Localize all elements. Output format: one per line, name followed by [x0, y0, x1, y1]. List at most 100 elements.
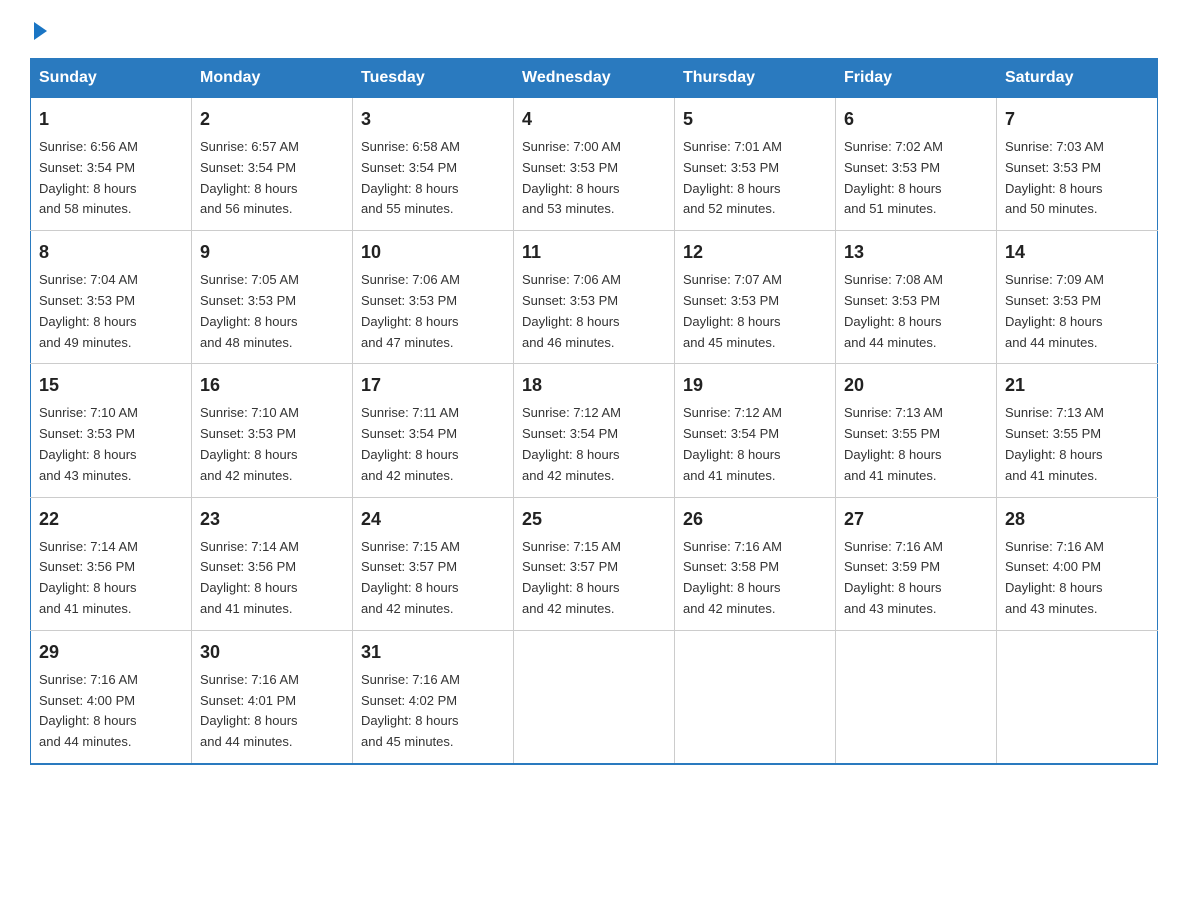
page-header: [30, 20, 1158, 38]
day-info: Sunrise: 7:03 AMSunset: 3:53 PMDaylight:…: [1005, 137, 1149, 220]
day-info: Sunrise: 7:06 AMSunset: 3:53 PMDaylight:…: [522, 270, 666, 353]
calendar-cell: 15 Sunrise: 7:10 AMSunset: 3:53 PMDayligh…: [31, 364, 192, 497]
calendar-cell: 30 Sunrise: 7:16 AMSunset: 4:01 PMDayligh…: [192, 630, 353, 764]
calendar-week-5: 29 Sunrise: 7:16 AMSunset: 4:00 PMDayligh…: [31, 630, 1158, 764]
calendar-cell: 18 Sunrise: 7:12 AMSunset: 3:54 PMDayligh…: [514, 364, 675, 497]
day-info: Sunrise: 7:05 AMSunset: 3:53 PMDaylight:…: [200, 270, 344, 353]
day-info: Sunrise: 6:57 AMSunset: 3:54 PMDaylight:…: [200, 137, 344, 220]
day-info: Sunrise: 7:16 AMSunset: 4:00 PMDaylight:…: [39, 670, 183, 753]
day-number: 30: [200, 639, 344, 666]
calendar-cell: 20 Sunrise: 7:13 AMSunset: 3:55 PMDayligh…: [836, 364, 997, 497]
day-info: Sunrise: 7:02 AMSunset: 3:53 PMDaylight:…: [844, 137, 988, 220]
calendar-cell: 11 Sunrise: 7:06 AMSunset: 3:53 PMDayligh…: [514, 231, 675, 364]
day-info: Sunrise: 6:56 AMSunset: 3:54 PMDaylight:…: [39, 137, 183, 220]
day-number: 21: [1005, 372, 1149, 399]
day-info: Sunrise: 7:15 AMSunset: 3:57 PMDaylight:…: [522, 537, 666, 620]
calendar-cell: 1 Sunrise: 6:56 AMSunset: 3:54 PMDaylight…: [31, 98, 192, 231]
calendar-week-3: 15 Sunrise: 7:10 AMSunset: 3:53 PMDayligh…: [31, 364, 1158, 497]
header-wednesday: Wednesday: [514, 59, 675, 98]
day-info: Sunrise: 7:07 AMSunset: 3:53 PMDaylight:…: [683, 270, 827, 353]
calendar-cell: [514, 630, 675, 764]
header-monday: Monday: [192, 59, 353, 98]
day-number: 23: [200, 506, 344, 533]
header-saturday: Saturday: [997, 59, 1158, 98]
calendar-cell: 26 Sunrise: 7:16 AMSunset: 3:58 PMDayligh…: [675, 497, 836, 630]
calendar-cell: 17 Sunrise: 7:11 AMSunset: 3:54 PMDayligh…: [353, 364, 514, 497]
header-thursday: Thursday: [675, 59, 836, 98]
calendar-cell: 23Sunrise: 7:14 AMSunset: 3:56 PMDayligh…: [192, 497, 353, 630]
day-info: Sunrise: 7:13 AMSunset: 3:55 PMDaylight:…: [1005, 403, 1149, 486]
day-number: 31: [361, 639, 505, 666]
day-number: 4: [522, 106, 666, 133]
day-number: 27: [844, 506, 988, 533]
day-number: 2: [200, 106, 344, 133]
day-info: Sunrise: 7:06 AMSunset: 3:53 PMDaylight:…: [361, 270, 505, 353]
calendar-cell: 14 Sunrise: 7:09 AMSunset: 3:53 PMDayligh…: [997, 231, 1158, 364]
header-sunday: Sunday: [31, 59, 192, 98]
day-info: Sunrise: 7:00 AMSunset: 3:53 PMDaylight:…: [522, 137, 666, 220]
day-number: 12: [683, 239, 827, 266]
day-number: 15: [39, 372, 183, 399]
calendar-week-2: 8 Sunrise: 7:04 AMSunset: 3:53 PMDaylight…: [31, 231, 1158, 364]
header-tuesday: Tuesday: [353, 59, 514, 98]
day-info: Sunrise: 7:10 AMSunset: 3:53 PMDaylight:…: [39, 403, 183, 486]
day-number: 20: [844, 372, 988, 399]
day-info: Sunrise: 7:16 AMSunset: 3:58 PMDaylight:…: [683, 537, 827, 620]
day-info: Sunrise: 7:11 AMSunset: 3:54 PMDaylight:…: [361, 403, 505, 486]
day-number: 14: [1005, 239, 1149, 266]
calendar-cell: 28 Sunrise: 7:16 AMSunset: 4:00 PMDayligh…: [997, 497, 1158, 630]
day-number: 5: [683, 106, 827, 133]
calendar-table: SundayMondayTuesdayWednesdayThursdayFrid…: [30, 58, 1158, 765]
calendar-cell: 24 Sunrise: 7:15 AMSunset: 3:57 PMDayligh…: [353, 497, 514, 630]
logo: [30, 20, 47, 38]
day-number: 8: [39, 239, 183, 266]
day-info: Sunrise: 6:58 AMSunset: 3:54 PMDaylight:…: [361, 137, 505, 220]
day-info: Sunrise: 7:08 AMSunset: 3:53 PMDaylight:…: [844, 270, 988, 353]
calendar-header-row: SundayMondayTuesdayWednesdayThursdayFrid…: [31, 59, 1158, 98]
day-number: 18: [522, 372, 666, 399]
day-number: 17: [361, 372, 505, 399]
day-number: 28: [1005, 506, 1149, 533]
calendar-cell: 3 Sunrise: 6:58 AMSunset: 3:54 PMDaylight…: [353, 98, 514, 231]
day-info: Sunrise: 7:16 AMSunset: 4:00 PMDaylight:…: [1005, 537, 1149, 620]
calendar-cell: 12 Sunrise: 7:07 AMSunset: 3:53 PMDayligh…: [675, 231, 836, 364]
day-number: 24: [361, 506, 505, 533]
day-info: Sunrise: 7:10 AMSunset: 3:53 PMDaylight:…: [200, 403, 344, 486]
day-number: 1: [39, 106, 183, 133]
calendar-cell: 31 Sunrise: 7:16 AMSunset: 4:02 PMDayligh…: [353, 630, 514, 764]
day-number: 25: [522, 506, 666, 533]
day-info: Sunrise: 7:14 AMSunset: 3:56 PMDaylight:…: [39, 537, 183, 620]
calendar-cell: 29 Sunrise: 7:16 AMSunset: 4:00 PMDayligh…: [31, 630, 192, 764]
calendar-cell: 22 Sunrise: 7:14 AMSunset: 3:56 PMDayligh…: [31, 497, 192, 630]
day-info: Sunrise: 7:16 AMSunset: 4:02 PMDaylight:…: [361, 670, 505, 753]
day-info: Sunrise: 7:16 AMSunset: 3:59 PMDaylight:…: [844, 537, 988, 620]
calendar-cell: [997, 630, 1158, 764]
calendar-cell: 5Sunrise: 7:01 AMSunset: 3:53 PMDaylight…: [675, 98, 836, 231]
calendar-cell: 19Sunrise: 7:12 AMSunset: 3:54 PMDayligh…: [675, 364, 836, 497]
day-number: 6: [844, 106, 988, 133]
day-info: Sunrise: 7:16 AMSunset: 4:01 PMDaylight:…: [200, 670, 344, 753]
day-number: 3: [361, 106, 505, 133]
day-number: 26: [683, 506, 827, 533]
calendar-cell: [836, 630, 997, 764]
calendar-cell: 13 Sunrise: 7:08 AMSunset: 3:53 PMDayligh…: [836, 231, 997, 364]
day-number: 11: [522, 239, 666, 266]
calendar-cell: 21 Sunrise: 7:13 AMSunset: 3:55 PMDayligh…: [997, 364, 1158, 497]
day-number: 29: [39, 639, 183, 666]
day-number: 16: [200, 372, 344, 399]
day-info: Sunrise: 7:12 AMSunset: 3:54 PMDaylight:…: [522, 403, 666, 486]
day-number: 13: [844, 239, 988, 266]
header-friday: Friday: [836, 59, 997, 98]
calendar-cell: 8 Sunrise: 7:04 AMSunset: 3:53 PMDaylight…: [31, 231, 192, 364]
day-info: Sunrise: 7:04 AMSunset: 3:53 PMDaylight:…: [39, 270, 183, 353]
day-number: 9: [200, 239, 344, 266]
day-info: Sunrise: 7:09 AMSunset: 3:53 PMDaylight:…: [1005, 270, 1149, 353]
day-info: Sunrise: 7:15 AMSunset: 3:57 PMDaylight:…: [361, 537, 505, 620]
calendar-week-1: 1 Sunrise: 6:56 AMSunset: 3:54 PMDaylight…: [31, 98, 1158, 231]
calendar-week-4: 22 Sunrise: 7:14 AMSunset: 3:56 PMDayligh…: [31, 497, 1158, 630]
day-info: Sunrise: 7:13 AMSunset: 3:55 PMDaylight:…: [844, 403, 988, 486]
day-number: 22: [39, 506, 183, 533]
calendar-cell: 4 Sunrise: 7:00 AMSunset: 3:53 PMDaylight…: [514, 98, 675, 231]
day-number: 19: [683, 372, 827, 399]
calendar-cell: 16 Sunrise: 7:10 AMSunset: 3:53 PMDayligh…: [192, 364, 353, 497]
